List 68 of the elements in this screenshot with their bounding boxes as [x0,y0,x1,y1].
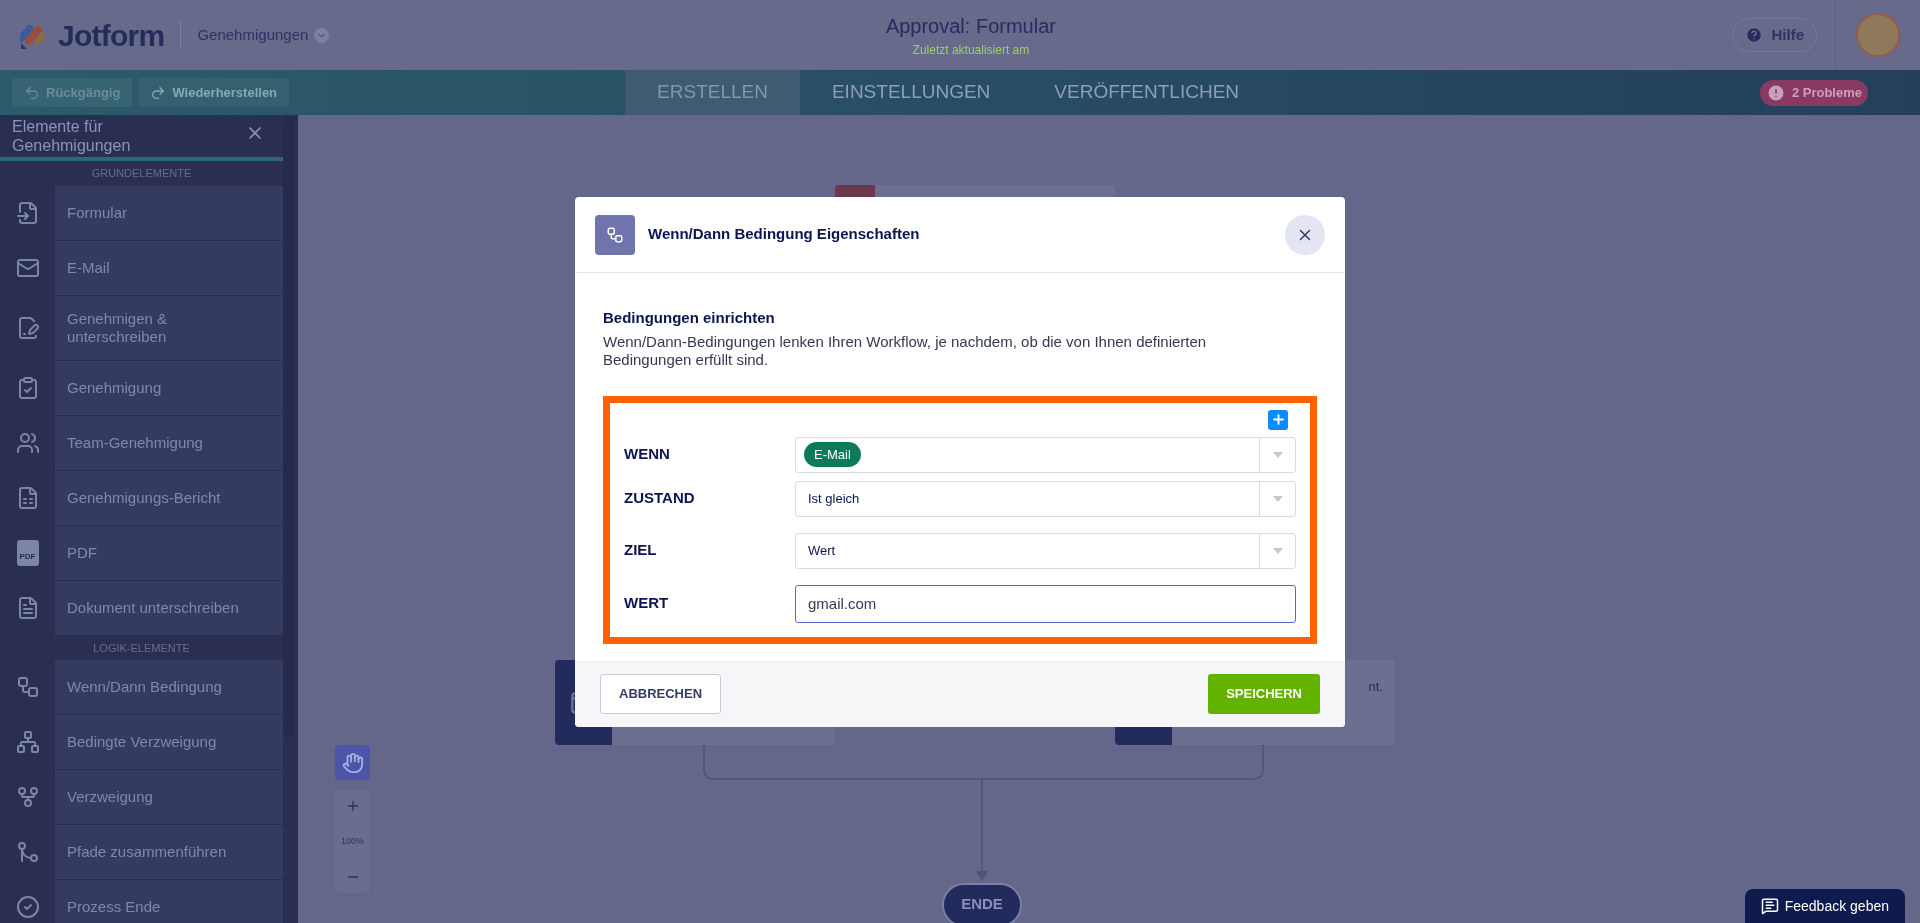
condition-label: ZUSTAND [624,488,696,509]
item-label: Genehmigungs-Bericht [67,488,222,507]
feedback-button[interactable]: Feedback geben [1744,889,1905,923]
field-tag: E-Mail [804,441,861,468]
problems-badge[interactable]: 2 Probleme [1759,79,1868,106]
item-label: E-Mail [67,258,111,277]
nav-tab[interactable]: VERÖFFENTLICHEN [1022,70,1272,115]
nav-tab[interactable]: ERSTELLEN [625,70,800,115]
node-text: nt. [1368,678,1383,696]
item-label: Formular [67,203,128,222]
dialog-title: Wenn/Dann Bedingung Eigenschaften [648,224,920,245]
section-description: Wenn/Dann-Bedingungen lenken Ihren Workflow, je nachdem, ob die von Ihnen definierten Bedingungen erfüllt sind. [603,332,1208,369]
item-label: Prozess Ende [67,898,162,916]
dropdown-field[interactable]: Wert [795,532,1296,569]
section-heading: GRUNDELEMENTE [90,166,193,181]
dropdown-field[interactable]: Ist gleich [795,480,1296,517]
help-icon [1745,26,1764,44]
merge-icon [15,840,40,864]
dropdown-value: Wert [807,541,836,560]
redo-icon [150,84,167,101]
hand-icon [341,751,364,774]
item-label: Genehmigung [67,378,163,397]
item-label: Dokument unterschreiben [67,598,240,617]
form-title: Approval: Formular [885,14,1056,39]
zoom-level: 100% [341,834,364,848]
save-button[interactable]: SPEICHERN [1208,674,1320,714]
item-label: Bedingte Verzweigung [67,733,218,751]
undo-icon [24,84,40,101]
plus-icon [1270,412,1286,427]
dropdown-value: Ist gleich [807,489,860,508]
item-label: Wenn/Dann Bedingung [67,678,223,696]
add-condition-button[interactable] [1268,409,1288,430]
item-label: Pfade zusammenführen [67,843,228,861]
branch-icon [15,785,40,809]
workspace-dropdown[interactable]: Genehmigungen [197,23,330,47]
team-icon [15,430,40,455]
end-node[interactable]: ENDE [942,883,1022,923]
pdf-icon: PDF [16,539,39,566]
condition-label: ZIEL [624,540,658,561]
cancel-button[interactable]: ABBRECHEN [600,674,722,714]
last-updated-text: Zuletzt aktualisiert am [912,42,1030,59]
check-circle-icon [15,895,40,919]
form-icon [15,200,40,225]
alert-icon [1765,82,1786,103]
section-heading: LOGIK-ELEMENTE [92,640,191,656]
logo-text: Jotform [58,17,165,54]
sidebar-title: Elemente für Genehmigungen [12,117,132,155]
hierarchy-icon [15,730,40,754]
feedback-icon [1760,897,1779,915]
section-title: Bedingungen einrichten [603,308,776,328]
scrollbar[interactable] [283,117,295,737]
item-label: Team-Genehmigung [67,433,204,452]
condition-label: WENN [624,444,671,465]
caret-icon [1272,495,1283,502]
nav-tab[interactable]: EINSTELLUNGEN [799,70,1023,115]
caret-icon [1272,451,1283,458]
redo-button[interactable]: Wiederherstellen [138,78,290,107]
dropdown-field[interactable]: E-Mail [795,436,1296,473]
close-button[interactable] [1285,214,1325,255]
item-label: Verzweigung [67,788,154,806]
item-label: PDF [67,543,98,562]
condition-icon [15,675,40,699]
condition-icon [606,225,624,244]
pan-tool-button[interactable] [335,745,370,780]
condition-label: WERT [624,593,670,614]
value-input-field[interactable]: gmail.com [795,584,1296,623]
caret-icon [1272,547,1283,554]
item-label: Genehmigen & unterschreiben [67,309,169,346]
